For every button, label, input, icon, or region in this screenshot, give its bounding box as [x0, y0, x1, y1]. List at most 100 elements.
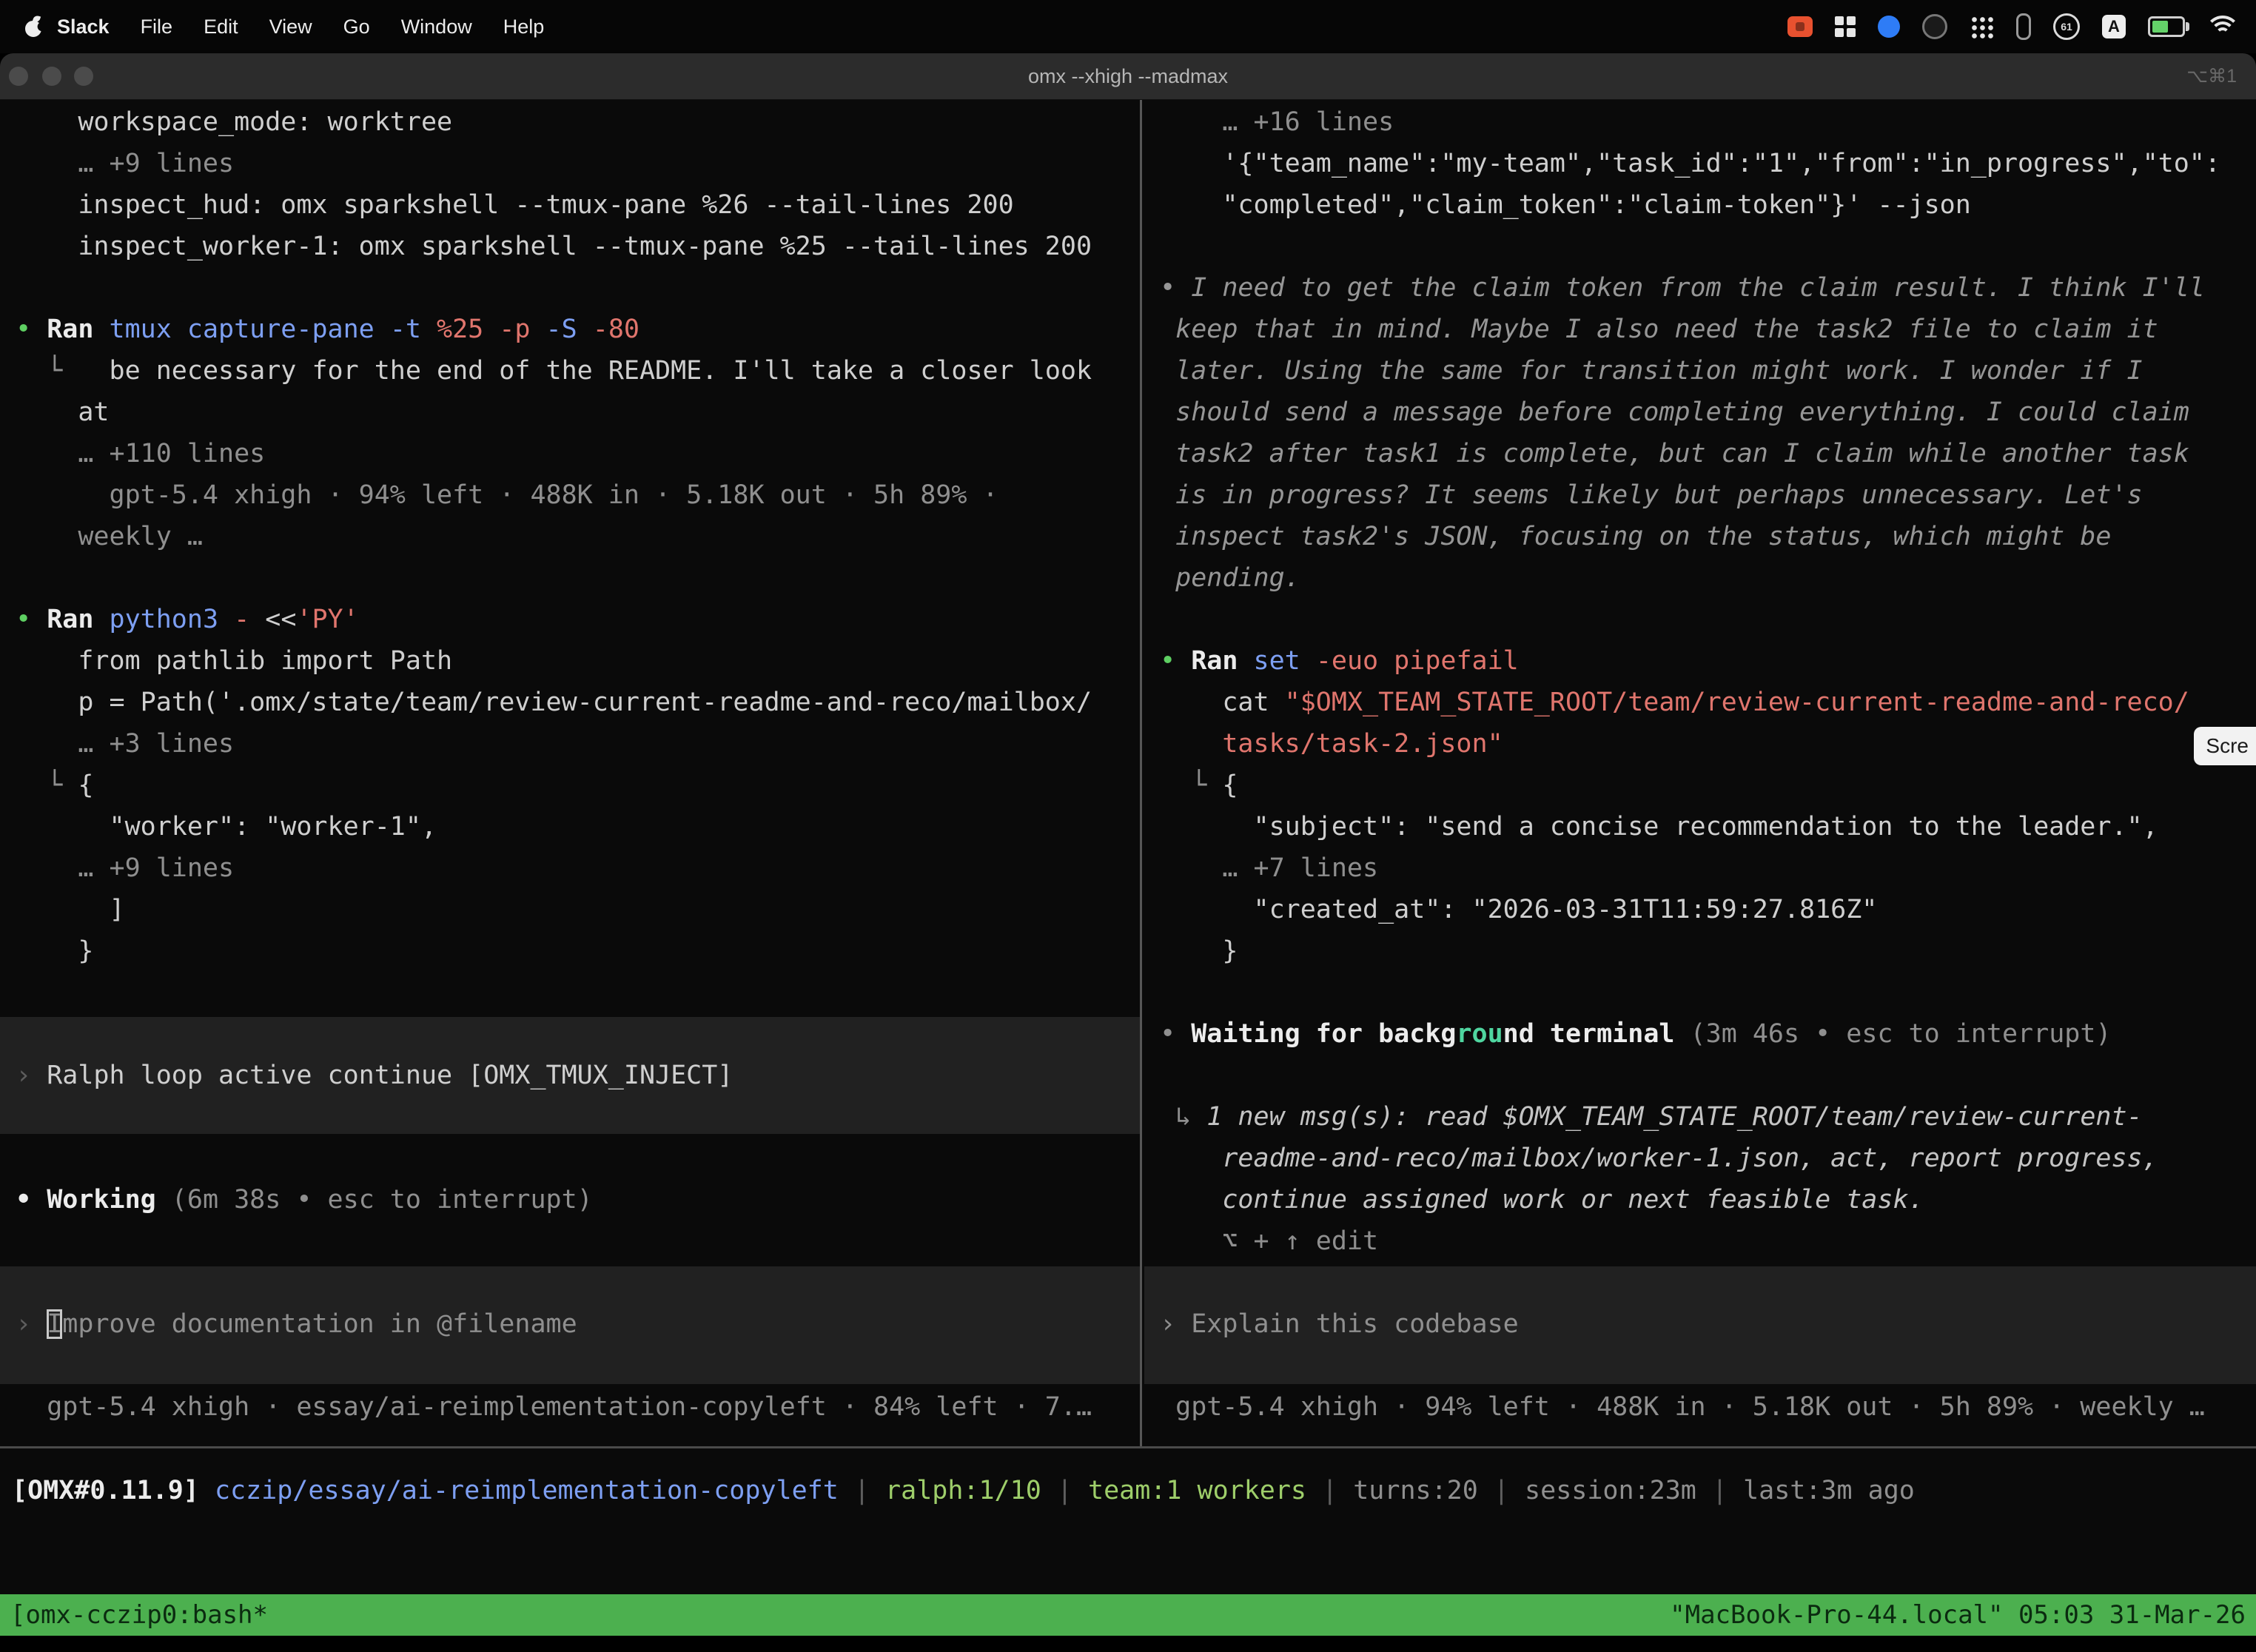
pane-divider-vertical[interactable]	[1140, 99, 1142, 1446]
text-segment: "subject": "send a concise recommendatio…	[1144, 812, 2158, 842]
text-segment: 'PY'	[296, 605, 358, 634]
text-segment: … +9 lines	[0, 149, 234, 178]
terminal-line: p = Path('.omx/state/team/review-current…	[0, 682, 1140, 723]
text-segment: -t	[390, 315, 437, 344]
text-segment: keep that in mind. Maybe I also need the…	[1144, 315, 2158, 344]
text-segment: •	[0, 605, 47, 634]
terminal-line: task2 after task1 is complete, but can I…	[1144, 433, 2256, 474]
terminal-pane-bottom[interactable]: [OMX#0.11.9] cczip/essay/ai-reimplementa…	[0, 1448, 2256, 1594]
text-segment: Ran	[47, 605, 109, 634]
terminal-line: is in progress? It seems likely but perh…	[1144, 474, 2256, 516]
terminal-line: "subject": "send a concise recommendatio…	[1144, 806, 2256, 847]
text-segment: }	[1144, 936, 1238, 966]
tmux-host-clock: "MacBook-Pro-44.local" 05:03 31-Mar-26	[1670, 1600, 2246, 1630]
wifi-icon[interactable]	[2207, 16, 2238, 38]
text-segment: mprove documentation in @filename	[62, 1309, 577, 1339]
screen-recording-indicator-icon[interactable]	[1787, 16, 1813, 37]
text-segment: from pathlib import Path	[0, 646, 452, 676]
text-segment: {	[78, 770, 93, 800]
menu-help[interactable]: Help	[488, 16, 560, 38]
blue-app-icon[interactable]	[1878, 16, 1900, 38]
menu-view[interactable]: View	[254, 16, 328, 38]
text-segment: <<	[265, 605, 296, 634]
dark-app-icon[interactable]	[1922, 14, 1947, 39]
menu-app-name[interactable]: Slack	[41, 16, 125, 38]
battery-icon[interactable]	[2148, 16, 2185, 37]
text-segment: workspace_mode: worktree	[0, 107, 452, 137]
input-source-icon[interactable]: A	[2102, 15, 2126, 38]
text-segment: … +7 lines	[1144, 853, 1378, 883]
terminal-line: "created_at": "2026-03-31T11:59:27.816Z"	[1144, 889, 2256, 930]
text-segment: tmux capture-pane	[110, 315, 390, 344]
text-segment: •	[1144, 646, 1191, 676]
terminal-pane-right[interactable]: … +16 lines '{"team_name":"my-team","tas…	[1144, 99, 2256, 1446]
status-pill-icon[interactable]	[2016, 13, 2031, 40]
text-segment: ⌥ + ↑ edit	[1144, 1226, 1378, 1256]
menu-go[interactable]: Go	[328, 16, 386, 38]
status-segment: cczip/essay/ai-reimplementation-copyleft	[215, 1476, 854, 1505]
text-segment: be necessary for the end of the README. …	[110, 356, 1092, 386]
terminal-line: pending.	[1144, 557, 2256, 599]
text-segment: -	[234, 605, 265, 634]
terminal-line: should send a message before completing …	[1144, 392, 2256, 433]
text-segment: Ran	[47, 315, 109, 344]
status-segment: team:1 workers	[1088, 1476, 1322, 1505]
apple-menu-icon[interactable]	[25, 17, 41, 37]
terminal-line: ↳ 1 new msg(s): read $OMX_TEAM_STATE_ROO…	[1144, 1096, 2256, 1138]
menu-edit[interactable]: Edit	[188, 16, 254, 38]
text-segment: set	[1254, 646, 1316, 676]
text-segment: └	[0, 770, 78, 800]
text-segment: Ralph loop active continue [OMX_TMUX_INJ…	[47, 1061, 733, 1090]
ring-badge-value: 61	[2061, 21, 2072, 33]
terminal-line: inspect task2's JSON, focusing on the st…	[1144, 516, 2256, 557]
terminal-line: gpt-5.4 xhigh · essay/ai-reimplementatio…	[0, 1386, 1140, 1428]
menu-window[interactable]: Window	[386, 16, 488, 38]
terminal-line: └ {	[1144, 765, 2256, 806]
text-segment: "created_at": "2026-03-31T11:59:27.816Z"	[1144, 895, 1877, 924]
terminal-line: inspect_worker-1: omx sparkshell --tmux-…	[0, 226, 1140, 267]
terminal-line: › Improve documentation in @filename	[0, 1303, 1140, 1345]
text-segment: (3m 46s • esc to interrupt)	[1691, 1019, 2112, 1049]
terminal-line: }	[0, 930, 1140, 972]
status-segment: ralph:1/10	[885, 1476, 1057, 1505]
dots-grid-icon[interactable]	[1970, 15, 1994, 39]
terminal-line: tasks/task-2.json"	[1144, 723, 2256, 765]
ring-badge-icon[interactable]: 61	[2053, 13, 2080, 40]
text-segment: inspect_hud: omx sparkshell --tmux-pane …	[0, 190, 1014, 220]
terminal-line: › Ralph loop active continue [OMX_TMUX_I…	[0, 1055, 1140, 1096]
text-segment: at	[0, 397, 110, 427]
text-segment: • Working	[0, 1185, 172, 1215]
terminal-line: … +110 lines	[0, 433, 1140, 474]
terminal-line: • Ran set -euo pipefail	[1144, 640, 2256, 682]
text-cursor: I	[47, 1309, 62, 1339]
text-segment: … +16 lines	[1144, 107, 1394, 137]
text-segment: gpt-5.4 xhigh · 94% left · 488K in · 5.1…	[1144, 1392, 2205, 1422]
text-segment: inspect_worker-1: omx sparkshell --tmux-…	[0, 232, 1092, 261]
text-segment: '{"team_name":"my-team","task_id":"1","f…	[1144, 149, 2220, 178]
grid-icon[interactable]	[1835, 16, 1856, 37]
terminal-line: … +16 lines	[1144, 101, 2256, 143]
status-segment: [OMX#0.11.9]	[12, 1476, 215, 1505]
terminal-line: "worker": "worker-1",	[0, 806, 1140, 847]
menu-file[interactable]: File	[125, 16, 189, 38]
terminal-line: • Waiting for background terminal (3m 46…	[1144, 1013, 2256, 1055]
pane-divider-horizontal[interactable]	[0, 1446, 2256, 1448]
status-segment: |	[1322, 1476, 1353, 1505]
text-segment: readme-and-reco/mailbox/worker-1.json, a…	[1144, 1144, 2158, 1173]
text-segment: -80	[593, 315, 639, 344]
text-segment: later. Using the same for transition mig…	[1144, 356, 2143, 386]
terminal-line: • Ran tmux capture-pane -t %25 -p -S -80	[0, 309, 1140, 350]
terminal-line: from pathlib import Path	[0, 640, 1140, 682]
text-segment: should send a message before completing …	[1144, 397, 2189, 427]
text-segment: "worker": "worker-1",	[0, 812, 437, 842]
terminal-line: › Explain this codebase	[1144, 1303, 2256, 1345]
terminal-pane-left[interactable]: workspace_mode: worktree … +9 lines insp…	[0, 99, 1140, 1446]
input-source-letter: A	[2108, 17, 2120, 36]
screen-share-tooltip: Scre	[2194, 727, 2256, 765]
omx-status-line: [OMX#0.11.9] cczip/essay/ai-reimplementa…	[12, 1470, 1915, 1511]
text-segment: -S	[546, 315, 593, 344]
terminal-line: '{"team_name":"my-team","task_id":"1","f…	[1144, 143, 2256, 184]
text-segment: ›	[0, 1061, 47, 1090]
terminal-line: … +9 lines	[0, 143, 1140, 184]
terminal-line: workspace_mode: worktree	[0, 101, 1140, 143]
